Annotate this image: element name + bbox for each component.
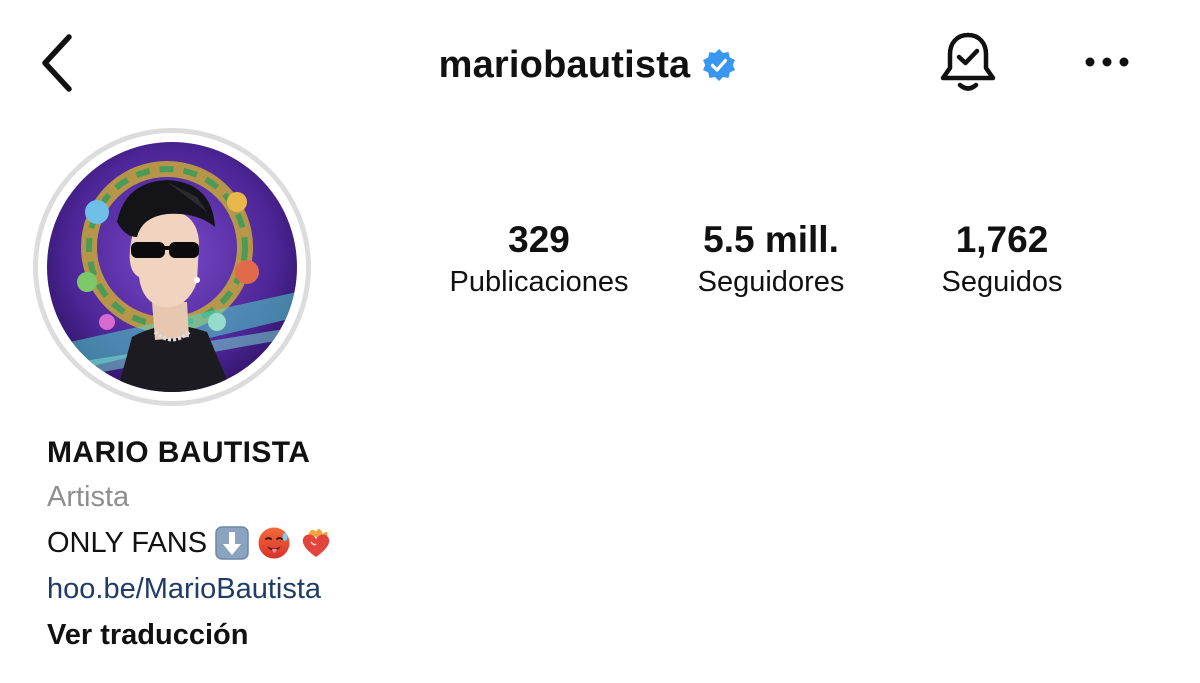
down-arrow-emoji: [215, 526, 249, 560]
display-name: MARIO BAUTISTA: [47, 436, 311, 469]
see-translation-button[interactable]: Ver traducción: [47, 612, 647, 658]
avatar: [47, 142, 297, 392]
followers-count-value: 5.5 mill.: [703, 219, 839, 260]
bio-text: ONLY FANS: [47, 527, 208, 559]
following-count-value: 1,762: [955, 219, 1049, 260]
heart-on-fire-emoji: [299, 526, 333, 560]
following-count-label: Seguidos: [941, 266, 1063, 298]
posts-count-value: 329: [508, 219, 570, 260]
profile-title: mariobautista: [0, 40, 1200, 90]
top-navigation-bar: mariobautista: [0, 0, 1200, 130]
more-options-button[interactable]: [1080, 44, 1134, 84]
following-count[interactable]: 1,762 Seguidos: [910, 218, 1094, 302]
posts-count-label: Publicaciones: [449, 266, 629, 298]
followers-count[interactable]: 5.5 mill. Seguidores: [664, 218, 878, 302]
profile-bio: MARIO BAUTISTA Artista ONLY FANS hoo.be/…: [47, 432, 647, 658]
bio-link[interactable]: hoo.be/MarioBautista: [47, 566, 647, 612]
bio-text-line: ONLY FANS: [47, 520, 647, 566]
followers-count-label: Seguidores: [697, 266, 845, 298]
more-horizontal-icon: [1084, 55, 1130, 73]
posts-count: 329 Publicaciones: [428, 218, 650, 302]
notifications-button[interactable]: [932, 28, 1004, 102]
profile-picture-ring[interactable]: [33, 128, 311, 406]
username-label: mariobautista: [438, 43, 691, 86]
verified-badge-icon: [702, 48, 736, 82]
category-label: Artista: [47, 481, 130, 513]
bell-check-icon: [937, 30, 999, 101]
hot-face-emoji: [257, 526, 291, 560]
